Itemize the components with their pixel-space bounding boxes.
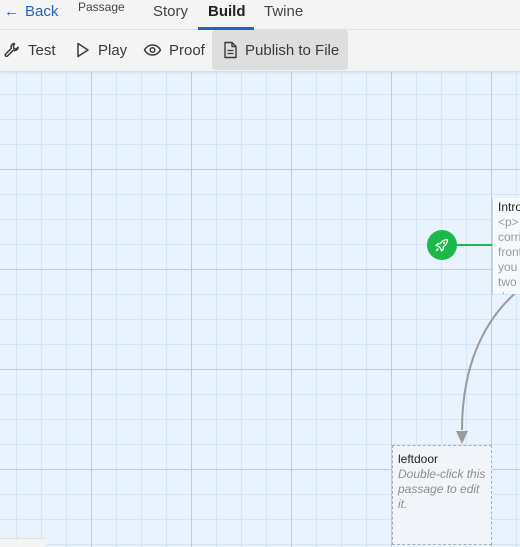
tab-passage[interactable]: Passage (78, 0, 125, 30)
rocket-icon (435, 238, 449, 252)
story-map-canvas[interactable]: Intro <p> corri front you two d leftdoor… (0, 72, 520, 547)
file-icon (224, 41, 237, 59)
passage-card-intro[interactable]: Intro <p> corri front you two d (492, 198, 520, 294)
eye-icon (143, 44, 162, 56)
tab-story[interactable]: Story (153, 0, 188, 30)
tool-icon (4, 42, 19, 58)
test-button[interactable]: Test (3, 30, 56, 70)
top-menu-bar: ← Back Passage Story Build Twine (0, 0, 520, 30)
publish-to-file-button[interactable]: Publish to File (212, 30, 348, 70)
excerpt-line: d (498, 290, 520, 294)
passage-excerpt: <p> corri front you two d (498, 215, 520, 294)
zoom-control-corner[interactable] (0, 538, 46, 547)
test-label: Test (28, 41, 56, 59)
passage-name: leftdoor (398, 452, 439, 466)
play-button[interactable]: Play (75, 30, 127, 70)
link-intro-leftdoor (461, 288, 520, 431)
excerpt-line: corri (498, 230, 520, 244)
excerpt-line: you (498, 260, 518, 274)
proof-button[interactable]: Proof (143, 30, 205, 70)
excerpt-line: <p> (498, 215, 519, 229)
build-toolbar: Test Play Proof Publish to File (0, 30, 520, 72)
start-passage-badge (427, 230, 457, 260)
play-label: Play (98, 41, 128, 59)
play-icon (77, 42, 89, 58)
passage-name: Intro (498, 200, 520, 214)
tab-build[interactable]: Build (208, 0, 246, 30)
back-label: Back (25, 3, 59, 20)
excerpt-line: front (498, 245, 520, 259)
passage-excerpt: Double-click this passage to edit it. (398, 467, 486, 511)
passage-card-leftdoor[interactable]: leftdoor Double-click this passage to ed… (392, 445, 492, 545)
excerpt-line: two (498, 275, 517, 289)
arrow-left-icon: ← (4, 3, 19, 20)
tab-twine[interactable]: Twine (264, 0, 303, 30)
publish-label: Publish to File (245, 41, 340, 59)
back-button[interactable]: ← Back (4, 0, 58, 30)
proof-label: Proof (169, 41, 205, 59)
link-arrowhead (456, 431, 468, 444)
